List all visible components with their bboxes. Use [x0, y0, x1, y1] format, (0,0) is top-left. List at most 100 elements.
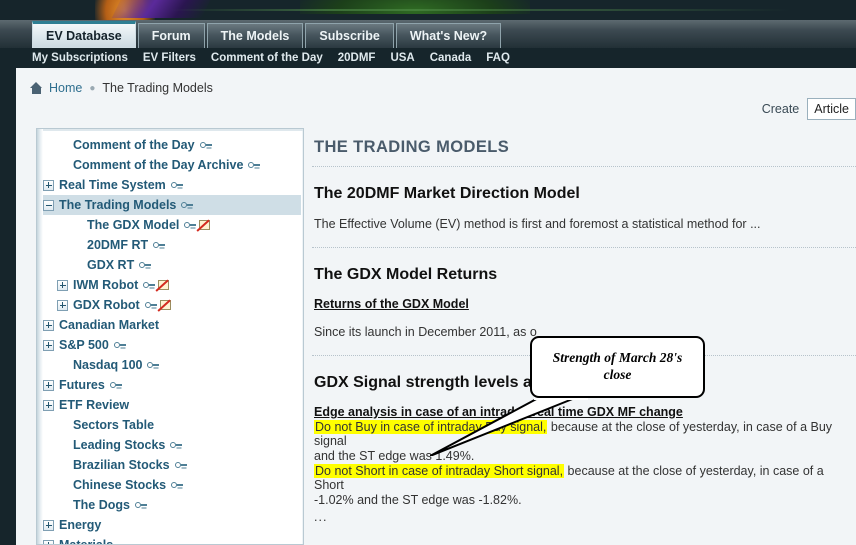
short-signal-highlight: Do not Short in case of intraday Short s…	[314, 464, 565, 478]
expand-icon[interactable]	[43, 399, 54, 411]
section-heading-20dmf: The 20DMF Market Direction Model	[314, 185, 580, 202]
sidebar-item-label: S&P 500	[59, 338, 109, 352]
subnav-item-ev-filters[interactable]: EV Filters	[143, 52, 196, 64]
tab-strip: EV Database Forum The Models Subscribe What'…	[0, 20, 856, 48]
sidebar-item-comment-of-the-day-archive[interactable]: Comment of the Day Archive	[43, 155, 301, 175]
key-icon	[143, 281, 156, 290]
expand-icon[interactable]	[43, 519, 54, 531]
sidebar-item-gdx-robot[interactable]: GDX Robot	[43, 295, 301, 315]
subnav-item-my-subscriptions[interactable]: My Subscriptions	[32, 52, 128, 64]
page-title: THE TRADING MODELS	[314, 138, 510, 156]
sidebar-panel: Comment of the Day Comment of the Day Arc…	[36, 128, 304, 545]
sidebar-item-the-dogs[interactable]: The Dogs	[43, 495, 301, 515]
expand-icon[interactable]	[43, 319, 54, 331]
subnav-item-canada[interactable]: Canada	[430, 52, 472, 64]
sidebar-item-chinese-stocks[interactable]: Chinese Stocks	[43, 475, 301, 495]
no-access-book-icon	[159, 299, 172, 311]
key-icon	[170, 441, 183, 450]
breadcrumb-current: The Trading Models	[102, 81, 213, 95]
content-ellipsis: ...	[314, 510, 328, 524]
breadcrumb-separator-icon: ●	[89, 82, 96, 94]
create-type-dropdown[interactable]: Article	[807, 98, 856, 120]
key-icon	[184, 221, 197, 230]
create-label: Create	[761, 102, 800, 116]
key-icon	[144, 301, 157, 310]
sidebar-item-materials[interactable]: Materials	[43, 535, 301, 544]
sidebar-item-futures[interactable]: Futures	[43, 375, 301, 395]
tab-subscribe[interactable]: Subscribe	[305, 23, 394, 48]
key-icon	[153, 241, 166, 250]
sidebar-item-label: Sectors Table	[73, 418, 155, 432]
no-access-book-icon	[157, 279, 170, 291]
sidebar-item-gdx-rt[interactable]: GDX RT	[43, 255, 301, 275]
sidebar-item-real-time-system[interactable]: Real Time System	[43, 175, 301, 195]
sidebar-item-leading-stocks[interactable]: Leading Stocks	[43, 435, 301, 455]
sidebar-item-the-gdx-model[interactable]: The GDX Model	[43, 215, 301, 235]
sidebar-item-s-p-500[interactable]: S&P 500	[43, 335, 301, 355]
sidebar-item-label: GDX RT	[87, 258, 135, 272]
sidebar-item-label: Leading Stocks	[73, 438, 166, 452]
sidebar-item-label: Nasdaq 100	[73, 358, 143, 372]
left-rail	[0, 68, 16, 545]
create-controls: Create Article	[762, 98, 856, 120]
sidebar-item-sectors-table[interactable]: Sectors Table	[43, 415, 301, 435]
expand-icon[interactable]	[43, 339, 54, 351]
tab-the-models[interactable]: The Models	[206, 23, 304, 48]
tab-forum[interactable]: Forum	[137, 23, 205, 48]
subnav-item-faq[interactable]: FAQ	[486, 52, 510, 64]
sidebar-item-the-trading-models[interactable]: The Trading Models	[43, 195, 301, 215]
subnav-item-comment-of-the-day[interactable]: Comment of the Day	[211, 52, 323, 64]
link-returns-of-gdx-model[interactable]: Returns of the GDX Model	[314, 297, 856, 311]
sidebar-item-label: Comment of the Day	[73, 138, 195, 152]
sidebar-item-label: Canadian Market	[59, 318, 160, 332]
sidebar-item-energy[interactable]: Energy	[43, 515, 301, 535]
sidebar-item-iwm-robot[interactable]: IWM Robot	[43, 275, 301, 295]
collapse-icon[interactable]	[43, 199, 54, 211]
key-icon	[147, 361, 160, 370]
expand-icon[interactable]	[57, 299, 68, 311]
short-signal-line: Do not Short in case of intraday Short s…	[314, 464, 856, 492]
sidebar-item-label: Chinese Stocks	[73, 478, 167, 492]
site-banner	[0, 0, 856, 20]
sidebar-item-brazilian-stocks[interactable]: Brazilian Stocks	[43, 455, 301, 475]
tab-what-s-new[interactable]: What's New?	[395, 23, 502, 48]
sidebar-item-label: Comment of the Day Archive	[73, 158, 244, 172]
sidebar-item-nasdaq-100[interactable]: Nasdaq 100	[43, 355, 301, 375]
key-icon	[171, 481, 184, 490]
expand-icon[interactable]	[43, 539, 54, 544]
tab-ev-database[interactable]: EV Database	[32, 21, 136, 48]
sidebar-item-etf-review[interactable]: ETF Review	[43, 395, 301, 415]
subnav-item-usa[interactable]: USA	[390, 52, 414, 64]
key-icon	[199, 141, 212, 150]
sidebar-item-label: GDX Robot	[73, 298, 140, 312]
home-icon	[30, 82, 43, 94]
breadcrumb-home-link[interactable]: Home	[49, 81, 82, 95]
sidebar-item-canadian-market[interactable]: Canadian Market	[43, 315, 301, 335]
subheading-edge-analysis: Edge analysis in case of an intraday rea…	[314, 405, 683, 419]
sidebar-item-comment-of-the-day[interactable]: Comment of the Day	[43, 135, 301, 155]
divider	[312, 166, 856, 167]
key-icon	[248, 161, 261, 170]
site-navigation: EV Database Forum The Models Subscribe What'…	[0, 20, 856, 68]
sidebar-item-label: Energy	[59, 518, 102, 532]
expand-icon[interactable]	[43, 379, 54, 391]
expand-icon[interactable]	[57, 279, 68, 291]
expand-icon[interactable]	[43, 179, 54, 191]
no-access-book-icon	[198, 219, 211, 231]
banner-horizon-line	[170, 9, 790, 11]
divider	[312, 247, 856, 248]
sidebar-item-label: The GDX Model	[87, 218, 180, 232]
section-text-20dmf: The Effective Volume (EV) method is firs…	[314, 217, 761, 231]
key-icon	[170, 181, 183, 190]
sidebar-item-20dmf-rt[interactable]: 20DMF RT	[43, 235, 301, 255]
subnav-item-20dmf[interactable]: 20DMF	[338, 52, 376, 64]
buy-signal-line: Do not Buy in case of intraday Buy signa…	[314, 420, 856, 448]
sidebar-item-label: The Dogs	[73, 498, 130, 512]
